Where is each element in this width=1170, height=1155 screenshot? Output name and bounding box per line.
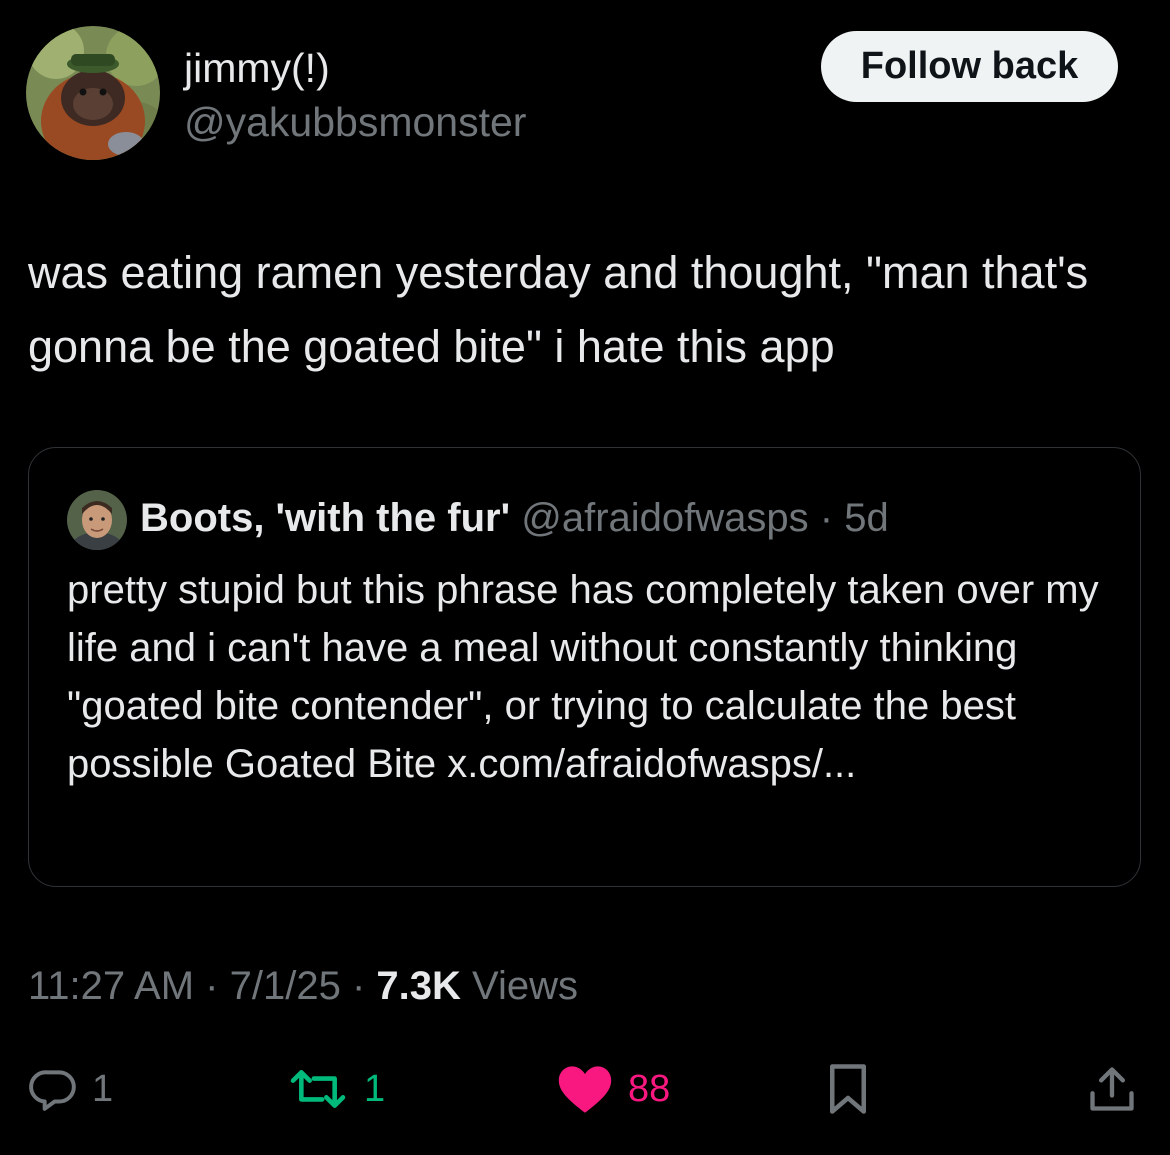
quoted-tweet-text: pretty stupid but this phrase has comple…: [67, 568, 1099, 786]
author-avatar[interactable]: [26, 26, 160, 160]
profile-photo-avatar-image: [67, 490, 127, 550]
quoted-tweet-header: Boots, 'with the fur' @afraidofwasps · 5…: [140, 492, 889, 544]
like-button[interactable]: 88: [556, 1062, 670, 1116]
share-icon: [1090, 1067, 1134, 1111]
quoted-header-separator: ·: [819, 496, 834, 540]
retweet-count: 1: [364, 1067, 386, 1110]
author-handle[interactable]: @yakubbsmonster: [184, 98, 526, 146]
tweet-date[interactable]: 7/1/25: [230, 964, 341, 1008]
quoted-author-avatar[interactable]: [67, 490, 127, 550]
quoted-author-handle[interactable]: @afraidofwasps: [521, 496, 808, 540]
reply-bubble-icon: [29, 1070, 76, 1111]
meta-separator: ·: [205, 964, 219, 1008]
quoted-author-name[interactable]: Boots, 'with the fur': [140, 496, 510, 540]
reply-count: 1: [92, 1067, 114, 1110]
meta-separator: ·: [351, 964, 366, 1008]
retweet-icon: [290, 1070, 346, 1108]
views-count: 7.3K: [376, 964, 461, 1008]
quoted-tweet-card[interactable]: Boots, 'with the fur' @afraidofwasps · 5…: [28, 447, 1141, 887]
views-label: Views: [472, 964, 579, 1008]
bookmark-button[interactable]: [824, 1062, 872, 1116]
bookmark-icon: [830, 1064, 866, 1114]
retweet-button[interactable]: 1: [286, 1062, 385, 1116]
tweet-metadata: 11:27 AM · 7/1/25 · 7.3K Views: [28, 960, 578, 1012]
quoted-tweet-age[interactable]: 5d: [844, 496, 889, 540]
share-button[interactable]: [1086, 1062, 1138, 1116]
orangutan-avatar-image: [26, 26, 160, 160]
author-display-name[interactable]: jimmy(!): [184, 44, 330, 92]
follow-back-button[interactable]: Follow back: [821, 31, 1118, 102]
tweet-time[interactable]: 11:27 AM: [28, 964, 194, 1008]
tweet-text: was eating ramen yesterday and thought, …: [28, 247, 1089, 372]
heart-filled-icon: [558, 1066, 612, 1113]
reply-button[interactable]: 1: [28, 1062, 113, 1116]
like-count: 88: [628, 1067, 671, 1110]
